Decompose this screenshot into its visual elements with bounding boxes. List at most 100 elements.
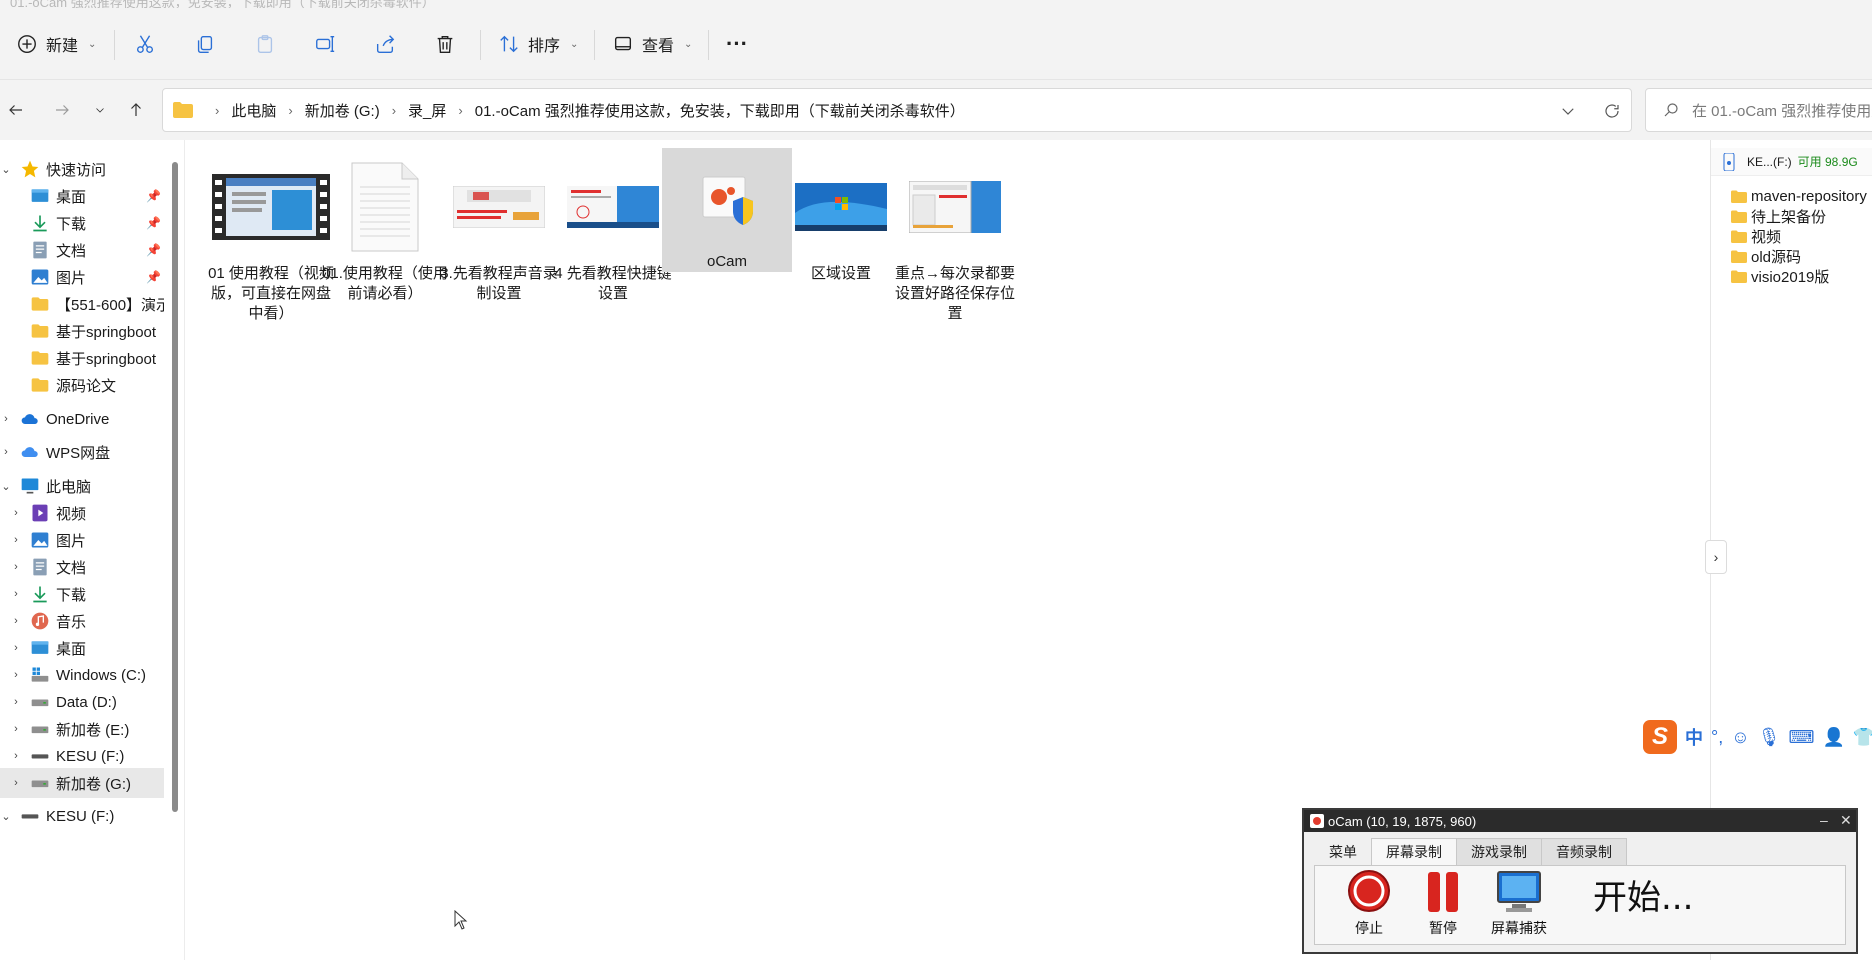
file-name: oCam [706,253,747,270]
chevron-right-icon[interactable]: › [10,750,22,762]
chevron-right-icon[interactable]: › [10,561,22,573]
file-item[interactable]: 重点→每次录都要设置好路径保存位置 [890,152,1020,342]
chevron-right-icon[interactable]: › [10,669,22,681]
nav-item-downloads[interactable]: 下载 📌 [0,208,164,238]
tab-audio-record[interactable]: 音频录制 [1541,838,1627,866]
nav-label: 文档 [56,559,87,577]
nav-item-drive-c[interactable]: › Windows (C:) [0,660,164,690]
chevron-down-icon: ⌄ [684,38,693,50]
address-bar[interactable]: › 此电脑 › 新加卷 (G:) › 录_屏 › 01.-oCam 强烈推荐使用… [162,88,1632,132]
nav-item-documents[interactable]: › 文档 [0,552,164,582]
minimize-icon[interactable]: – [1820,812,1828,828]
nav-item-drive-f[interactable]: › KESU (F:) [0,741,164,771]
recent-locations-button[interactable] [86,96,114,124]
more-button[interactable]: ··· [726,26,748,62]
nav-item-music[interactable]: › 音乐 [0,606,164,636]
nav-item-documents[interactable]: 文档 📌 [0,235,164,265]
chevron-right-icon[interactable]: › [10,777,22,789]
skin-icon[interactable]: 👕 [1853,727,1872,748]
microphone-icon[interactable]: 🎙 [1758,727,1781,748]
forward-button[interactable] [48,96,76,124]
keyboard-icon[interactable]: ⌨ [1788,727,1814,748]
close-icon[interactable]: ✕ [1840,812,1852,829]
nav-kesu-root[interactable]: ⌄ KESU (F:) [0,801,164,831]
nav-item-folder[interactable]: 【551-600】演示 [0,289,164,319]
screen-capture-button[interactable]: 屏幕捕获 [1479,868,1559,938]
new-button[interactable]: 新建 ⌄ [16,26,96,62]
tab-game-record[interactable]: 游戏录制 [1456,838,1542,866]
share-button[interactable] [374,26,396,62]
nav-wps[interactable]: › WPS网盘 [0,437,164,467]
nav-item-pictures[interactable]: 图片 📌 [0,262,164,292]
file-item[interactable]: 01.使用教程（使用前请必看） [320,152,450,342]
chevron-down-icon[interactable] [1559,102,1577,120]
nav-item-pictures[interactable]: › 图片 [0,525,164,555]
stop-button[interactable]: 停止 [1329,868,1409,938]
rename-button[interactable] [314,26,336,62]
ocam-title: oCam (10, 19, 1875, 960) [1328,813,1477,829]
breadcrumb-drive-g[interactable]: 新加卷 (G:) [305,100,380,121]
more-icon: ··· [726,31,748,56]
nav-item-drive-e[interactable]: › 新加卷 (E:) [0,714,164,744]
nav-scrollbar[interactable] [172,162,178,812]
nav-item-folder[interactable]: 源码论文 [0,370,164,400]
chevron-right-icon[interactable]: › [10,723,22,735]
tab-menu[interactable]: 菜单 [1314,838,1372,866]
up-button[interactable] [122,96,150,124]
back-button[interactable] [2,96,30,124]
folder-icon [1731,190,1747,203]
view-button[interactable]: 查看 ⌄ [612,26,692,62]
file-item[interactable]: 区域设置 [776,152,906,342]
refresh-icon[interactable] [1603,102,1621,120]
nav-item-drive-g[interactable]: › 新加卷 (G:) [0,768,164,798]
nav-quick-access[interactable]: ⌄ 快速访问 [0,154,164,184]
file-item[interactable]: 01 使用教程（视频版，可直接在网盘中看） [206,152,336,342]
file-item[interactable]: 3.先看教程声音录制设置 [434,152,564,342]
chevron-right-icon[interactable]: › [10,534,22,546]
nav-item-drive-d[interactable]: › Data (D:) [0,687,164,717]
breadcrumb-this-pc[interactable]: 此电脑 [231,100,276,121]
ime-language-toggle[interactable]: 中 [1685,724,1703,750]
pause-button[interactable]: 暂停 [1403,868,1483,938]
right-folder-item[interactable]: visio2019版 [1731,264,1829,288]
chevron-right-icon[interactable]: › [10,696,22,708]
tab-screen-record[interactable]: 屏幕录制 [1371,838,1457,866]
chevron-right-icon[interactable]: › [10,615,22,627]
nav-item-desktop[interactable]: › 桌面 [0,633,164,663]
drive-info[interactable]: KE...(F:) 可用 98.9G [1711,148,1872,176]
search-placeholder: 在 01.-oCam 强烈推荐使用这款... [1692,102,1872,120]
chevron-down-icon[interactable]: ⌄ [0,163,12,176]
nav-item-videos[interactable]: › 视频 [0,498,164,528]
chevron-right-icon[interactable]: › [10,642,22,654]
ime-punctuation-toggle[interactable]: °, [1711,727,1723,748]
copy-button[interactable] [194,26,216,62]
chevron-right-icon[interactable]: › [10,507,22,519]
sort-button[interactable]: 排序 ⌄ [498,26,578,62]
emoji-icon[interactable]: ☺ [1731,727,1749,748]
breadcrumb-current[interactable]: 01.-oCam 强烈推荐使用这款，免安装，下载即用（下载前关闭杀毒软件） [475,100,965,121]
file-item[interactable]: 4 先看教程快捷键设置 [548,152,678,342]
trash-icon [437,35,453,53]
pane-collapse-button[interactable]: › [1705,540,1727,574]
drive-icon [30,692,50,712]
nav-item-desktop[interactable]: 桌面 📌 [0,181,164,211]
breadcrumb-recording[interactable]: 录_屏 [408,100,446,121]
sogou-logo-icon[interactable]: S [1643,720,1677,754]
chevron-right-icon[interactable]: › [0,413,12,425]
cut-button[interactable] [134,26,156,62]
nav-item-downloads[interactable]: › 下载 [0,579,164,609]
chevron-right-icon[interactable]: › [0,446,12,458]
paste-button[interactable] [254,26,276,62]
chevron-right-icon[interactable]: › [10,588,22,600]
ocam-titlebar[interactable]: oCam (10, 19, 1875, 960) – ✕ [1304,810,1856,832]
delete-button[interactable] [434,26,456,62]
chevron-down-icon[interactable]: ⌄ [0,810,12,823]
nav-item-folder[interactable]: 基于springboot [0,316,164,346]
nav-item-folder[interactable]: 基于springboot [0,343,164,373]
chevron-down-icon[interactable]: ⌄ [0,480,12,493]
file-item-selected[interactable]: oCam [662,148,792,272]
nav-this-pc[interactable]: ⌄ 此电脑 [0,471,164,501]
search-input[interactable]: 在 01.-oCam 强烈推荐使用这款... [1645,88,1872,132]
user-icon[interactable]: 👤 [1822,727,1844,748]
nav-onedrive[interactable]: › OneDrive [0,404,164,434]
